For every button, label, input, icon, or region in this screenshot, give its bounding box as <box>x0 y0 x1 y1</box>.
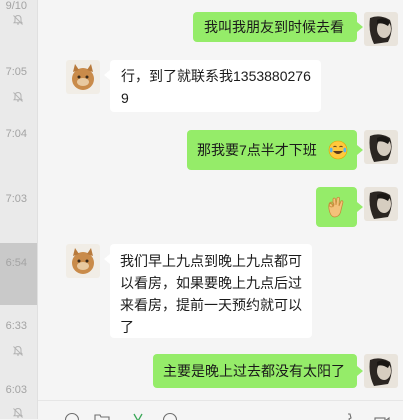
message-bubble[interactable]: 我们早上九点到晚上九点都可以看房，如果要晚上九点后过来看房，提前一天预约就可以了 <box>110 244 312 338</box>
grinning-tears-emoji-icon <box>328 140 348 160</box>
chat-list: 9/10 7:05 7:04 7:03 6:54 6:33 6:03 <box>0 0 38 419</box>
my-avatar[interactable] <box>364 130 398 164</box>
bubble-tail <box>357 202 363 212</box>
message-text: 我们早上九点到晚上九点都可以看房，如果要晚上九点后过来看房，提前一天预约就可以了 <box>120 253 302 335</box>
my-avatar[interactable] <box>364 12 398 46</box>
chat-list-time: 9/10 <box>6 0 27 12</box>
message-bubble[interactable]: 主要是晚上过去都没有太阳了 <box>153 354 357 388</box>
message-area: 我叫我朋友到时候去看 行，到了就联 <box>38 0 403 400</box>
bubble-tail <box>357 145 363 155</box>
sketch-portrait-avatar-image <box>364 12 398 46</box>
mute-bell-icon <box>12 407 24 419</box>
message-text: 那我要7点半才下班 <box>197 142 317 158</box>
chat-list-time: 7:04 <box>6 128 27 140</box>
chat-list-item-active[interactable]: 6:54 <box>0 243 37 305</box>
my-avatar[interactable] <box>364 354 398 388</box>
input-toolbar <box>38 400 403 420</box>
sketch-portrait-avatar-image <box>364 130 398 164</box>
message-bubble[interactable]: 那我要7点半才下班 <box>187 130 357 170</box>
contact-avatar[interactable] <box>66 60 100 94</box>
chat-list-time: 6:54 <box>6 257 27 269</box>
sketch-portrait-avatar-image <box>364 354 398 388</box>
chat-list-time: 7:03 <box>6 193 27 205</box>
sketch-portrait-avatar-image <box>364 187 398 221</box>
ok-hand-emoji-icon <box>325 195 347 219</box>
message-outgoing: 那我要7点半才下班 <box>38 122 403 177</box>
mute-bell-icon <box>12 345 24 357</box>
chat-list-item[interactable]: 6:03 <box>0 374 37 419</box>
bubble-tail <box>357 22 363 32</box>
message-bubble[interactable]: 行，到了就联系我13538802769 <box>110 60 321 112</box>
chat-list-time: 6:33 <box>6 320 27 332</box>
bubble-tail <box>357 366 363 376</box>
chat-list-item[interactable]: 9/10 <box>0 0 37 46</box>
message-text: 主要是晚上过去都没有太阳了 <box>163 363 345 379</box>
message-incoming: 行，到了就联系我13538802769 <box>38 50 403 120</box>
mute-bell-icon <box>12 14 24 26</box>
chat-list-time: 7:05 <box>6 66 27 78</box>
message-outgoing <box>38 180 403 235</box>
message-outgoing: 我叫我朋友到时候去看 <box>38 0 403 50</box>
chat-list-item[interactable]: 6:33 <box>0 312 37 372</box>
message-text: 行，到了就联系我13538802769 <box>121 68 311 106</box>
message-bubble[interactable] <box>316 187 357 227</box>
cat-avatar-image <box>66 60 100 94</box>
cat-avatar-image <box>66 244 100 278</box>
message-outgoing: 主要是晚上过去都没有太阳了 <box>38 346 403 400</box>
chat-list-item[interactable]: 7:05 <box>0 60 37 120</box>
my-avatar[interactable] <box>364 187 398 221</box>
chat-list-item[interactable]: 7:04 <box>0 122 37 182</box>
message-text: 我叫我朋友到时候去看 <box>204 19 344 35</box>
chat-list-item[interactable]: 7:03 <box>0 184 37 244</box>
message-bubble[interactable]: 我叫我朋友到时候去看 <box>193 12 357 42</box>
chat-list-time: 6:03 <box>6 384 27 396</box>
mute-bell-icon <box>12 91 24 103</box>
contact-avatar[interactable] <box>66 244 100 278</box>
message-incoming: 我们早上九点到晚上九点都可以看房，如果要晚上九点后过来看房，提前一天预约就可以了 <box>38 236 403 346</box>
